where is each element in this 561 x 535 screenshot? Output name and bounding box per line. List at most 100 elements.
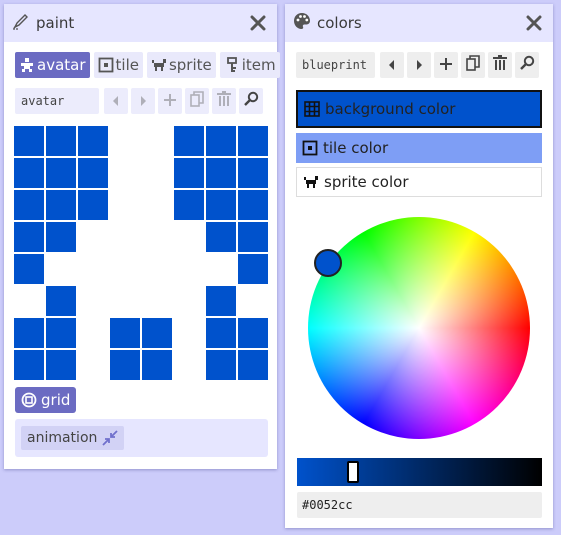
tab-item[interactable]: item <box>219 52 280 78</box>
pixel-filled[interactable] <box>13 125 45 157</box>
pixel-filled[interactable] <box>13 349 45 381</box>
copy-palette-button[interactable] <box>461 52 485 78</box>
pixel-filled[interactable] <box>237 253 269 285</box>
pixel-filled[interactable] <box>13 253 45 285</box>
pixel-empty[interactable] <box>45 253 77 285</box>
tab-tile[interactable]: tile <box>93 52 143 78</box>
tab-sprite[interactable]: sprite <box>146 52 216 78</box>
asset-name-field[interactable]: avatar <box>15 88 99 114</box>
pixel-empty[interactable] <box>173 349 205 381</box>
pixel-filled[interactable] <box>237 221 269 253</box>
pixel-empty[interactable] <box>173 317 205 349</box>
pixel-filled[interactable] <box>109 349 141 381</box>
previous-palette-button[interactable] <box>380 52 404 78</box>
pixel-filled[interactable] <box>45 157 77 189</box>
pixel-filled[interactable] <box>205 349 237 381</box>
pixel-filled[interactable] <box>45 221 77 253</box>
pixel-empty[interactable] <box>77 285 109 317</box>
pixel-empty[interactable] <box>77 317 109 349</box>
pixel-empty[interactable] <box>141 125 173 157</box>
pixel-empty[interactable] <box>173 285 205 317</box>
add-asset-button[interactable] <box>158 88 182 114</box>
tab-label: sprite <box>168 56 212 74</box>
pixel-empty[interactable] <box>141 157 173 189</box>
pixel-filled[interactable] <box>205 317 237 349</box>
tab-avatar[interactable]: avatar <box>15 52 90 78</box>
pixel-empty[interactable] <box>109 189 141 221</box>
pixel-filled[interactable] <box>237 157 269 189</box>
next-palette-button[interactable] <box>407 52 431 78</box>
pixel-empty[interactable] <box>109 221 141 253</box>
pixel-filled[interactable] <box>13 221 45 253</box>
search-asset-button[interactable] <box>239 88 263 114</box>
pixel-filled[interactable] <box>13 189 45 221</box>
pixel-filled[interactable] <box>173 157 205 189</box>
sprite-color-row[interactable]: sprite color <box>296 167 542 197</box>
pixel-empty[interactable] <box>109 157 141 189</box>
pixel-filled[interactable] <box>13 157 45 189</box>
pixel-filled[interactable] <box>237 125 269 157</box>
pixel-filled[interactable] <box>77 189 109 221</box>
pixel-empty[interactable] <box>77 253 109 285</box>
hex-color-field[interactable]: #0052cc <box>297 492 542 518</box>
pixel-empty[interactable] <box>205 253 237 285</box>
pixel-filled[interactable] <box>205 157 237 189</box>
pixel-empty[interactable] <box>109 125 141 157</box>
pixel-empty[interactable] <box>109 285 141 317</box>
pixel-filled[interactable] <box>45 189 77 221</box>
pixel-filled[interactable] <box>45 317 77 349</box>
brightness-slider-handle[interactable] <box>347 461 359 483</box>
copy-asset-button[interactable] <box>185 88 209 114</box>
pixel-empty[interactable] <box>173 221 205 253</box>
add-palette-button[interactable] <box>434 52 458 78</box>
pixel-filled[interactable] <box>141 317 173 349</box>
pixel-filled[interactable] <box>237 189 269 221</box>
pixel-empty[interactable] <box>77 221 109 253</box>
pixel-empty[interactable] <box>77 349 109 381</box>
color-wheel-handle[interactable] <box>314 249 342 277</box>
animation-button[interactable]: animation <box>21 426 125 450</box>
pixel-filled[interactable] <box>109 317 141 349</box>
pixel-empty[interactable] <box>141 221 173 253</box>
pixel-filled[interactable] <box>205 221 237 253</box>
grid-toggle-button[interactable]: grid <box>15 387 77 413</box>
sprite-color-label: sprite color <box>324 173 409 191</box>
pixel-empty[interactable] <box>141 253 173 285</box>
pixel-filled[interactable] <box>173 125 205 157</box>
pixel-filled[interactable] <box>237 317 269 349</box>
delete-asset-button[interactable] <box>212 88 236 114</box>
paint-panel-header[interactable]: paint <box>4 4 277 42</box>
pixel-filled[interactable] <box>205 125 237 157</box>
colors-panel-header[interactable]: colors <box>285 4 553 42</box>
pixel-filled[interactable] <box>205 189 237 221</box>
pixel-empty[interactable] <box>173 253 205 285</box>
previous-asset-button[interactable] <box>104 88 128 114</box>
delete-palette-button[interactable] <box>488 52 512 78</box>
asset-type-tabs: avatar tile sprite item <box>15 52 280 78</box>
pixel-filled[interactable] <box>77 157 109 189</box>
pixel-filled[interactable] <box>141 349 173 381</box>
pixel-empty[interactable] <box>13 285 45 317</box>
pixel-canvas[interactable] <box>13 125 269 381</box>
tile-color-row[interactable]: tile color <box>296 133 542 163</box>
pixel-empty[interactable] <box>109 253 141 285</box>
background-color-row[interactable]: background color <box>296 90 542 128</box>
pixel-empty[interactable] <box>141 285 173 317</box>
palette-name-field[interactable]: blueprint <box>296 52 375 78</box>
color-wheel[interactable] <box>308 217 530 439</box>
pixel-empty[interactable] <box>237 285 269 317</box>
pixel-filled[interactable] <box>77 125 109 157</box>
brightness-slider[interactable] <box>297 458 542 486</box>
close-icon[interactable] <box>523 12 545 34</box>
pixel-empty[interactable] <box>141 189 173 221</box>
pixel-filled[interactable] <box>45 285 77 317</box>
pixel-filled[interactable] <box>205 285 237 317</box>
pixel-filled[interactable] <box>45 349 77 381</box>
pixel-filled[interactable] <box>13 317 45 349</box>
pixel-filled[interactable] <box>45 125 77 157</box>
search-palette-button[interactable] <box>515 52 539 78</box>
pixel-filled[interactable] <box>173 189 205 221</box>
next-asset-button[interactable] <box>131 88 155 114</box>
pixel-filled[interactable] <box>237 349 269 381</box>
close-icon[interactable] <box>247 12 269 34</box>
